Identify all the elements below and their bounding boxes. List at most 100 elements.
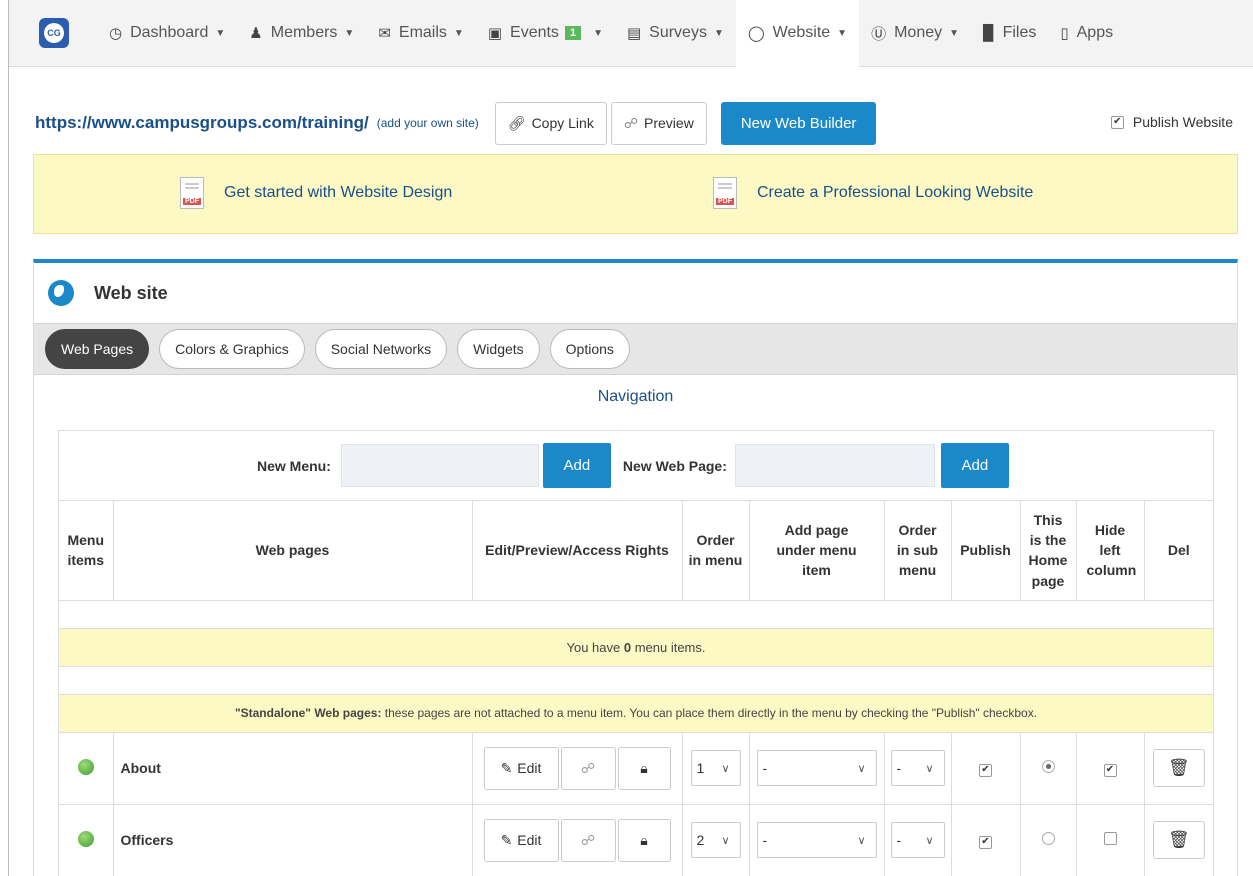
order-value: 1: [696, 760, 705, 776]
caret-down-icon: ▼: [949, 27, 960, 39]
nav-emails[interactable]: ✉ Emails ▼: [366, 0, 476, 67]
nav-files[interactable]: ▉ Files: [971, 0, 1048, 67]
home-cell: [1020, 732, 1077, 805]
new-menu-input[interactable]: [340, 444, 539, 487]
nav-label: Files: [1002, 24, 1037, 41]
preview-button[interactable]: ☍ Preview: [610, 101, 707, 145]
caret-down-icon: ▼: [593, 27, 603, 39]
nav-label: Events: [510, 24, 559, 41]
copy-link-label: Copy Link: [531, 115, 594, 131]
spacer-row: [59, 666, 1213, 695]
standalone-bold: "Standalone" Web pages:: [234, 706, 382, 720]
panel-header: Web site: [34, 263, 1237, 323]
published-globe-icon: [77, 758, 94, 775]
delete-button[interactable]: 🗑︎: [1152, 821, 1205, 859]
order-cell: 2 ∨: [682, 804, 750, 876]
user-icon: ♟: [249, 25, 263, 42]
nav-dashboard[interactable]: ◷ Dashboard ▼: [97, 0, 237, 67]
navigation-heading: Navigation: [597, 388, 674, 405]
tab-options[interactable]: Options: [549, 329, 630, 369]
sub-cell: - ∨: [884, 804, 952, 876]
site-url-link[interactable]: https://www.campusgroups.com/training/: [35, 113, 369, 133]
status-cell: [59, 732, 114, 805]
hide-left-checkbox[interactable]: ✔: [1103, 763, 1117, 777]
preview-page-button[interactable]: ☍: [560, 746, 616, 790]
hide-left-checkbox[interactable]: [1103, 832, 1117, 845]
nav-events[interactable]: ▣ Events 1 ▼: [476, 0, 615, 67]
banner-link-professional-label: Create a Professional Looking Website: [757, 184, 1034, 201]
under-cell: - ∨: [749, 732, 885, 805]
pages-table: Menu items Web pages Edit/Preview/Access…: [59, 501, 1213, 876]
home-page-radio[interactable]: [1041, 832, 1055, 845]
status-cell: [59, 804, 114, 876]
caret-down-icon: ▼: [837, 27, 848, 39]
publish-website-toggle[interactable]: ✔ Publish Website: [1110, 114, 1233, 130]
site-url-row: https://www.campusgroups.com/training/ (…: [35, 100, 1253, 146]
publish-checkbox[interactable]: ✔: [979, 835, 992, 849]
banner-link-professional[interactable]: PDF Create a Professional Looking Websit…: [713, 177, 1033, 209]
nav-website[interactable]: ◯ Website ▼: [735, 0, 860, 67]
nav-surveys[interactable]: ▤ Surveys ▼: [615, 0, 736, 67]
col-add-under: Add page under menu item: [749, 501, 885, 601]
under-select[interactable]: - ∨: [756, 750, 877, 786]
actions-cell: ✎ Edit ☍ 🔒︎: [472, 804, 683, 876]
tab-widgets[interactable]: Widgets: [457, 329, 540, 369]
table-header-row: Menu items Web pages Edit/Preview/Access…: [59, 501, 1213, 601]
col-web-pages: Web pages: [113, 501, 473, 601]
pdf-icon-label: PDF: [183, 198, 201, 205]
order-value: 2: [696, 832, 705, 848]
trash-icon: 🗑︎: [1167, 758, 1190, 777]
sub-order-select[interactable]: - ∨: [890, 750, 945, 786]
sub-value: -: [896, 760, 902, 776]
banner-link-design[interactable]: PDF Get started with Website Design: [180, 177, 452, 209]
col-del: Del: [1144, 501, 1213, 601]
sub-order-select[interactable]: - ∨: [890, 822, 945, 858]
tab-social-networks[interactable]: Social Networks: [314, 329, 448, 369]
home-page-radio[interactable]: [1041, 760, 1055, 773]
nav-members[interactable]: ♟ Members ▼: [237, 0, 366, 67]
chevron-down-icon: ∨: [721, 762, 730, 775]
caret-down-icon: ▼: [453, 27, 464, 39]
pdf-icon-label: PDF: [716, 198, 734, 205]
spacer-row: [59, 600, 1213, 629]
preview-page-button[interactable]: ☍: [560, 818, 616, 862]
new-web-builder-button[interactable]: New Web Builder: [720, 101, 877, 145]
new-page-label: New Web Page:: [622, 457, 727, 474]
app-logo[interactable]: CG: [39, 18, 69, 48]
nav-label: Money: [894, 24, 943, 41]
col-menu-items: Menu items: [59, 501, 114, 601]
add-page-button[interactable]: Add: [940, 443, 1009, 488]
add-menu-button[interactable]: Add: [542, 443, 611, 488]
copy-link-button[interactable]: 🔗︎ Copy Link: [494, 101, 607, 145]
binoculars-icon: ☍: [580, 831, 596, 848]
delete-button[interactable]: 🗑︎: [1152, 749, 1205, 787]
publish-checkbox[interactable]: ✔: [979, 763, 992, 777]
access-rights-button[interactable]: 🔒︎: [617, 818, 671, 862]
menu-count-suffix: menu items.: [631, 639, 706, 655]
caret-down-icon: ▼: [344, 27, 355, 39]
tab-colors-graphics[interactable]: Colors & Graphics: [159, 329, 305, 369]
under-select[interactable]: - ∨: [756, 822, 877, 858]
nav-money[interactable]: Ⓤ Money ▼: [859, 0, 971, 67]
dashboard-icon: ◷: [109, 25, 123, 42]
edit-button[interactable]: ✎ Edit: [483, 818, 559, 862]
link-icon: 🔗︎: [507, 114, 526, 131]
edit-button[interactable]: ✎ Edit: [483, 746, 559, 790]
banner-link-design-label: Get started with Website Design: [224, 184, 453, 201]
order-select[interactable]: 1 ∨: [690, 750, 741, 786]
tab-web-pages[interactable]: Web Pages: [45, 329, 150, 369]
order-select[interactable]: 2 ∨: [690, 822, 741, 858]
new-page-input[interactable]: [734, 444, 935, 487]
del-cell: 🗑︎: [1144, 804, 1213, 876]
chevron-down-icon: ∨: [721, 834, 730, 847]
add-own-site-link[interactable]: (add your own site): [377, 116, 479, 130]
access-rights-button[interactable]: 🔒︎: [617, 746, 671, 790]
table-row: Officers ✎ Edit ☍ 🔒︎ 2 ∨ - ∨ - ∨ ✔ 🗑︎: [59, 804, 1213, 876]
pdf-icon: PDF: [180, 177, 204, 209]
phone-icon: ▯: [1060, 25, 1069, 42]
nav-apps[interactable]: ▯ Apps: [1048, 0, 1125, 67]
publish-website-checkbox[interactable]: ✔: [1110, 115, 1124, 129]
publish-cell: ✔: [951, 732, 1021, 805]
trash-icon: 🗑︎: [1167, 830, 1190, 849]
new-item-row: New Menu: Add New Web Page: Add: [59, 431, 1213, 501]
